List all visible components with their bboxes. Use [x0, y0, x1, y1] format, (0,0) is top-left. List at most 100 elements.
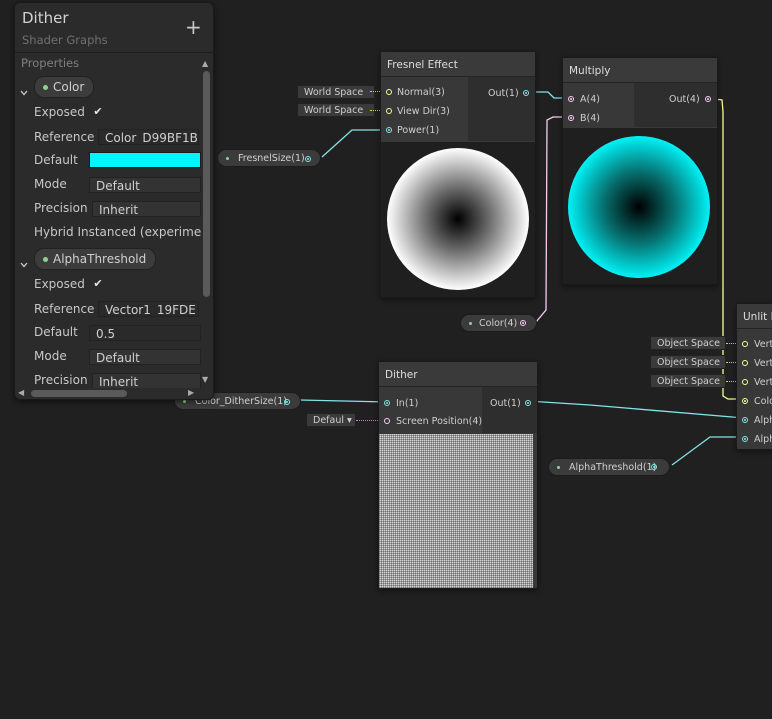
- chip-connector: [356, 420, 378, 421]
- vertex-normal-space-chip[interactable]: Object Space: [650, 355, 726, 369]
- color-property-node[interactable]: Color(4): [460, 314, 537, 332]
- scroll-left-icon[interactable]: ◀: [18, 388, 24, 397]
- exposed-label: Exposed: [34, 105, 85, 119]
- property-node-label: FresnelSize(1): [238, 153, 305, 164]
- reference-field[interactable]: Vector1_19FDE: [98, 301, 199, 317]
- hybrid-instanced-toggle[interactable]: Hybrid Instanced (experimer: [34, 225, 206, 239]
- exposed-checkbox[interactable]: ✔: [92, 278, 104, 290]
- node-outputs: Out(1): [468, 77, 535, 141]
- node-title: Unlit M: [737, 304, 772, 329]
- node-title: Fresnel Effect: [381, 52, 535, 77]
- default-color-swatch[interactable]: [89, 152, 201, 168]
- default-value-field[interactable]: 0.5: [89, 325, 201, 341]
- port-label: Out(1): [490, 398, 521, 409]
- vertex-tangent-space-chip[interactable]: Object Space: [650, 374, 726, 388]
- alphathreshold-property-pill[interactable]: AlphaThreshold: [34, 248, 157, 270]
- property-node-label: AlphaThreshold(1): [569, 462, 657, 473]
- port-label: Normal(3): [397, 87, 445, 98]
- alpha-clip-port[interactable]: [742, 436, 748, 442]
- reference-field[interactable]: Color_D99BF1B: [98, 129, 199, 145]
- out-port[interactable]: [651, 464, 657, 470]
- dither-node[interactable]: Dither In(1) Screen Position(4) Out(1): [378, 361, 538, 589]
- properties-section-label: Properties: [21, 56, 80, 70]
- horizontal-scrollbar[interactable]: ◀ ▶: [15, 388, 201, 399]
- scroll-right-icon[interactable]: ▶: [188, 388, 194, 397]
- alpha-port[interactable]: [742, 417, 748, 423]
- fresnel-effect-node[interactable]: Fresnel Effect Normal(3) View Dir(3) Pow…: [380, 51, 536, 298]
- screen-position-dropdown[interactable]: Defaul ▾: [306, 413, 356, 427]
- property-dot: [183, 400, 186, 403]
- screen-position-port[interactable]: [384, 418, 390, 424]
- viewdir-space-chip[interactable]: World Space: [297, 103, 375, 117]
- port-label: Colo: [754, 396, 772, 407]
- scroll-down-icon[interactable]: ▼: [202, 375, 208, 384]
- port-label: Vert: [754, 358, 772, 369]
- property-name: AlphaThreshold: [53, 252, 147, 266]
- a-port[interactable]: [568, 96, 574, 102]
- fresnelsize-property-node[interactable]: FresnelSize(1): [217, 149, 321, 167]
- default-label: Default: [34, 153, 78, 167]
- multiply-node[interactable]: Multiply A(4) B(4) Out(4): [562, 57, 718, 285]
- out-port[interactable]: [523, 90, 529, 96]
- color-property-pill[interactable]: Color: [34, 76, 95, 98]
- out-port[interactable]: [305, 156, 311, 162]
- blackboard-panel[interactable]: Dither Shader Graphs + Properties Color …: [14, 2, 214, 400]
- out-port[interactable]: [705, 96, 711, 102]
- vertex-position-port[interactable]: [742, 341, 748, 347]
- viewdir-port[interactable]: [386, 108, 392, 114]
- vertex-position-space-chip[interactable]: Object Space: [650, 336, 726, 350]
- out-port[interactable]: [520, 320, 526, 326]
- chip-connector: [726, 343, 736, 344]
- node-preview: [379, 434, 533, 588]
- property-dot: [226, 157, 229, 160]
- scroll-thumb[interactable]: [203, 71, 210, 297]
- out-port[interactable]: [525, 400, 531, 406]
- color-property-foldout-icon[interactable]: [20, 82, 28, 96]
- scroll-thumb[interactable]: [31, 390, 127, 397]
- scroll-up-icon[interactable]: ▲: [202, 59, 208, 68]
- precision-dropdown[interactable]: Inherit: [92, 201, 201, 217]
- dropdown-label: Defaul: [313, 415, 344, 426]
- b-port[interactable]: [568, 115, 574, 121]
- add-property-button[interactable]: +: [185, 17, 202, 37]
- vertical-scrollbar[interactable]: ▲ ▼: [201, 57, 213, 387]
- normal-port[interactable]: [386, 89, 392, 95]
- node-title: Multiply: [563, 58, 717, 83]
- default-label: Default: [34, 325, 78, 339]
- port-label: Vert: [754, 377, 772, 388]
- exposed-label: Exposed: [34, 277, 85, 291]
- blackboard-title: Dither: [22, 9, 69, 27]
- property-name: Color: [53, 80, 85, 94]
- vertex-tangent-port[interactable]: [742, 379, 748, 385]
- unlit-master-node[interactable]: Unlit M Vert Vert Vert Colo Alph Alph: [736, 303, 772, 450]
- reference-label: Reference: [34, 302, 95, 316]
- property-dot: [43, 85, 48, 90]
- normal-space-chip[interactable]: World Space: [297, 85, 375, 99]
- port-label: A(4): [580, 94, 600, 105]
- out-port[interactable]: [284, 399, 290, 405]
- mode-dropdown[interactable]: Default: [89, 349, 201, 365]
- color-port[interactable]: [742, 398, 748, 404]
- precision-label: Precision: [34, 373, 88, 387]
- node-inputs: In(1) Screen Position(4): [379, 387, 483, 433]
- dropdown-arrow-icon: ▾: [347, 415, 352, 426]
- exposed-checkbox[interactable]: ✔: [92, 106, 104, 118]
- divider: [15, 52, 213, 53]
- mode-dropdown[interactable]: Default: [89, 177, 201, 193]
- chip-connector: [726, 381, 736, 382]
- power-port[interactable]: [386, 127, 392, 133]
- in-port[interactable]: [384, 400, 390, 406]
- node-preview: [381, 142, 535, 297]
- chip-connector: [726, 362, 736, 363]
- property-dot: [557, 466, 560, 469]
- alphathreshold-property-node[interactable]: AlphaThreshold(1): [548, 458, 670, 476]
- precision-dropdown[interactable]: Inherit: [92, 373, 201, 389]
- alphathreshold-property-foldout-icon[interactable]: [20, 254, 28, 268]
- port-label: Screen Position(4): [396, 416, 483, 427]
- vertex-normal-port[interactable]: [742, 360, 748, 366]
- precision-label: Precision: [34, 201, 88, 215]
- port-label: Out(1): [488, 88, 519, 99]
- port-label: View Dir(3): [397, 106, 450, 117]
- wire-dithersize-to-dither-in: [299, 399, 387, 403]
- node-outputs: Out(4): [634, 83, 717, 127]
